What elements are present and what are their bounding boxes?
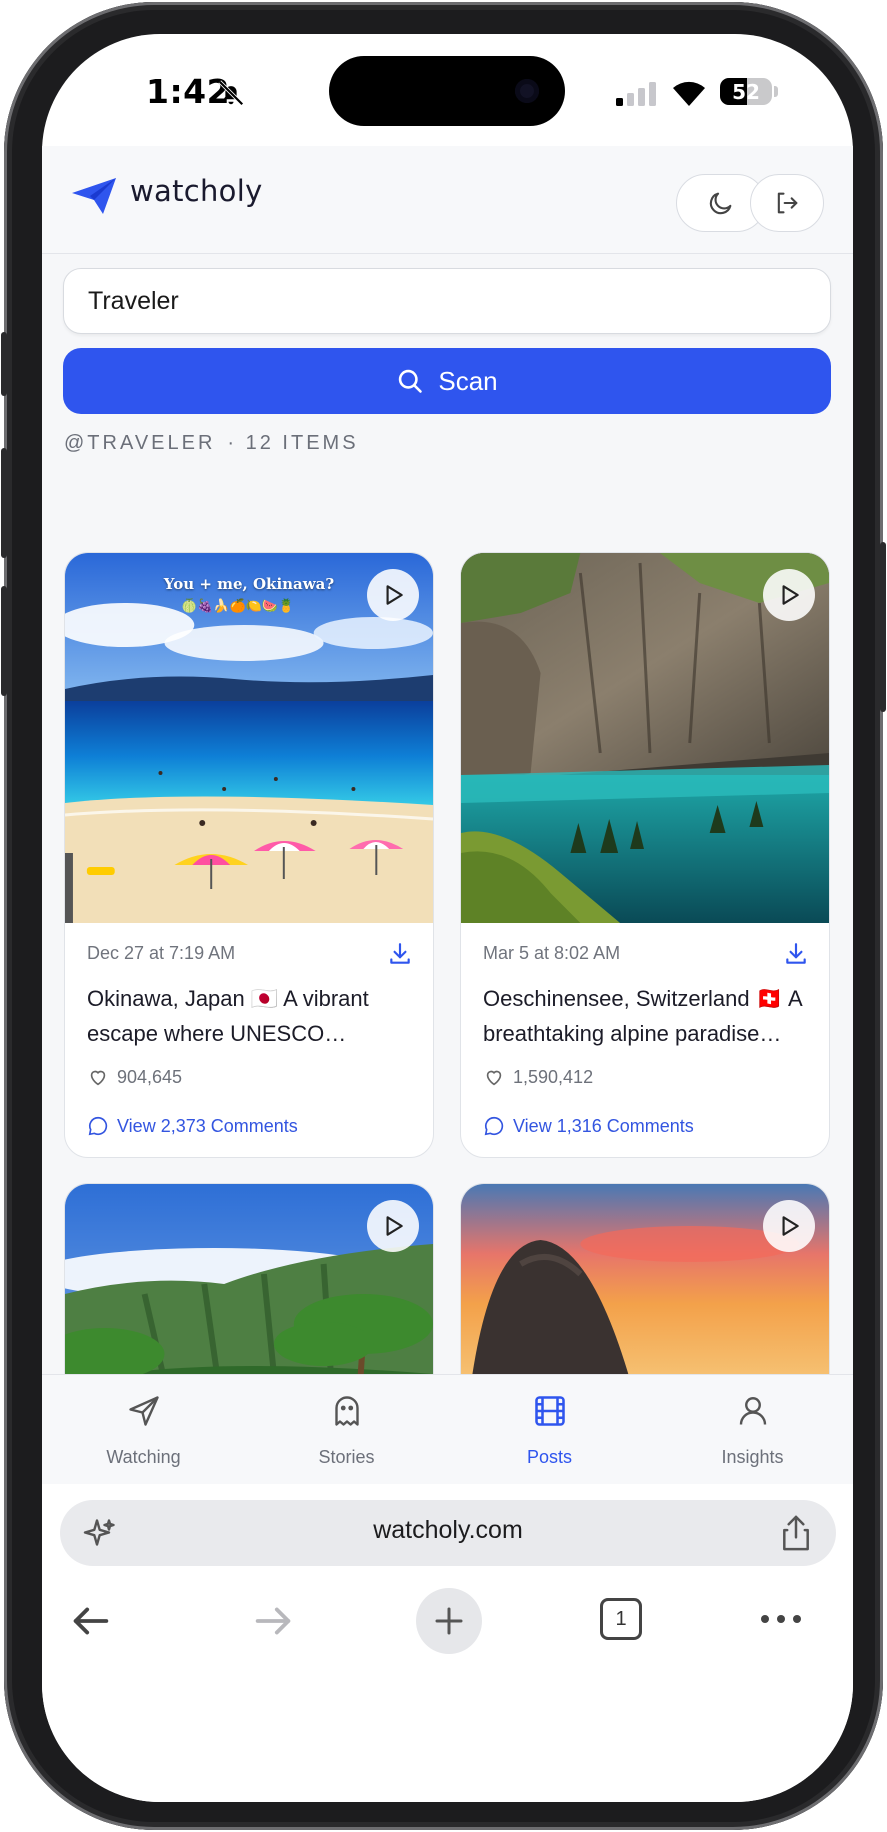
post-caption: Okinawa, Japan 🇯🇵 A vibrant escape where… — [87, 986, 369, 1046]
forward-arrow-icon[interactable] — [250, 1598, 296, 1644]
search-field[interactable] — [63, 268, 831, 334]
post-likes: 904,645 — [87, 1066, 182, 1088]
search-icon — [399, 369, 423, 393]
comment-icon — [88, 1116, 108, 1136]
profile-handle: @TRAVELER — [64, 432, 216, 454]
tab-label: Posts — [526, 1447, 573, 1467]
tab-stories[interactable]: Stories — [245, 1375, 448, 1485]
screen: 1:42 52 watcholy Traveler Scan @TRAVELER… — [42, 34, 853, 1802]
play-button[interactable] — [367, 1200, 419, 1252]
phone-frame: 1:42 52 watcholy Traveler Scan @TRAVELER… — [1, 2, 886, 1830]
url-text: watcholy.com — [373, 1516, 523, 1544]
play-button[interactable] — [763, 569, 815, 621]
fruit-emoji-row: 🍈🍇🍌🍊🍋🍉🍍 — [181, 599, 295, 614]
paper-plane-icon — [128, 1396, 159, 1426]
power-button — [880, 542, 886, 712]
tab-label: Watching — [106, 1447, 181, 1467]
battery-icon: 52 — [720, 78, 772, 105]
cellular-signal-icon — [616, 82, 656, 106]
comments-label: View 1,316 Comments — [513, 1115, 694, 1136]
likes-count: 904,645 — [117, 1066, 183, 1087]
tab-label: Insights — [721, 1447, 784, 1467]
heart-icon — [486, 1070, 502, 1086]
bottom-tab-bar: Watching Stories Posts Insights — [42, 1374, 853, 1485]
moon-icon — [709, 192, 732, 215]
camera-icon — [515, 79, 539, 103]
plus-icon — [435, 1607, 463, 1635]
scan-label: Scan — [438, 365, 498, 396]
logout-icon — [777, 192, 798, 214]
comment-icon — [484, 1116, 504, 1136]
home-indicator — [312, 1760, 582, 1769]
tabs-overview-button[interactable]: 1 — [600, 1598, 642, 1640]
play-icon — [386, 1216, 403, 1236]
volume-up-button — [1, 448, 7, 558]
play-icon — [782, 1216, 799, 1236]
play-icon — [782, 585, 799, 605]
view-comments-link[interactable]: View 2,373 Comments — [87, 1115, 298, 1137]
view-comments-link[interactable]: View 1,316 Comments — [483, 1115, 694, 1137]
brand-name: watcholy — [130, 174, 263, 208]
status-bar: 1:42 52 — [42, 34, 853, 146]
scan-button[interactable]: Scan — [63, 348, 831, 414]
ghost-icon — [334, 1396, 359, 1426]
play-icon — [386, 585, 403, 605]
volume-down-button — [1, 586, 7, 696]
film-icon — [534, 1396, 565, 1426]
paper-plane-logo-icon — [72, 178, 116, 214]
share-icon[interactable] — [778, 1514, 814, 1552]
post-card[interactable]: You + me, Okinawa? 🍈🍇🍌🍊🍋🍉🍍 Dec 27 at 7:1… — [64, 552, 434, 1158]
browser-toolbar: watcholy.com 1 — [42, 1484, 853, 1802]
comments-label: View 2,373 Comments — [117, 1115, 298, 1136]
app-view: watcholy Scan — [42, 146, 853, 1454]
search-input[interactable] — [64, 269, 830, 333]
tab-insights[interactable]: Insights — [651, 1375, 853, 1485]
wifi-icon — [673, 81, 705, 106]
dynamic-island — [329, 56, 565, 126]
likes-count: 1,590,412 — [513, 1066, 594, 1087]
more-options-icon[interactable] — [758, 1608, 804, 1630]
post-caption: Oeschinensee, Switzerland 🇨🇭 A breathtak… — [483, 986, 802, 1046]
play-button[interactable] — [367, 569, 419, 621]
download-icon[interactable] — [783, 941, 809, 967]
battery-level: 52 — [732, 80, 760, 104]
person-icon — [739, 1397, 766, 1425]
post-date: Dec 27 at 7:19 AM — [87, 943, 236, 963]
address-bar[interactable]: watcholy.com — [60, 1500, 836, 1566]
profile-summary: @TRAVELER · 12 ITEMS — [64, 432, 359, 455]
post-likes: 1,590,412 — [483, 1066, 593, 1088]
silent-bell-icon — [218, 80, 244, 106]
post-date: Mar 5 at 8:02 AM — [483, 943, 621, 963]
action-button — [1, 332, 7, 396]
tab-watching[interactable]: Watching — [42, 1375, 245, 1485]
app-header: watcholy — [42, 146, 853, 254]
battery-tip — [774, 86, 778, 97]
new-tab-button[interactable] — [416, 1588, 482, 1654]
logout-button[interactable] — [750, 174, 824, 232]
back-arrow-icon[interactable] — [68, 1598, 114, 1644]
tab-posts[interactable]: Posts — [448, 1375, 651, 1485]
tab-label: Stories — [318, 1447, 375, 1467]
download-icon[interactable] — [387, 941, 413, 967]
post-card[interactable]: Mar 5 at 8:02 AM Oeschinensee, Switzerla… — [460, 552, 830, 1158]
play-button[interactable] — [763, 1200, 815, 1252]
heart-icon — [90, 1070, 106, 1086]
item-count: · 12 ITEMS — [227, 432, 359, 454]
